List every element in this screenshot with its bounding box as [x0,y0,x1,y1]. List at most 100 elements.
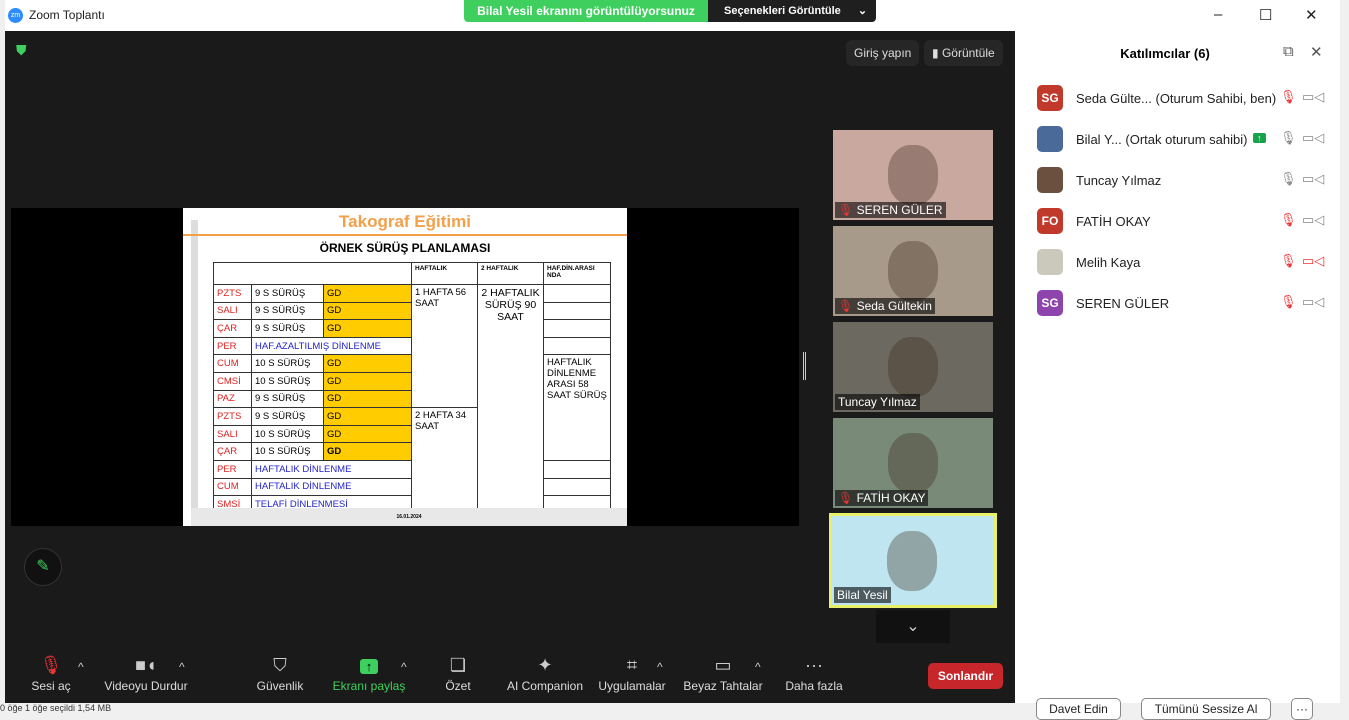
participant-row[interactable]: Tuncay Yılmaz 🎙︎ ▭◁ [1037,167,1327,193]
resize-handle[interactable] [803,352,806,380]
video-label: Videoyu Durdur [104,679,188,693]
thumbnail-name: 🎙︎ FATİH OKAY [835,490,929,506]
video-thumbnail[interactable]: 🎙︎ SEREN GÜLER [833,130,993,220]
end-meeting-button[interactable]: Sonlandır [928,663,1003,689]
day-cell: PZTS [213,407,252,426]
participant-name: Melih Kaya [1076,255,1141,270]
week1-cell: 1 HAFTA 56 SAAT [411,283,478,409]
mic-muted-icon[interactable]: 🎙︎ [1280,294,1297,310]
popout-icon[interactable]: ⧉ [1283,43,1294,60]
participant-row[interactable]: FO FATİH OKAY 🎙︎ ▭◁ [1037,208,1327,234]
mic-muted-icon: 🎙︎ [838,203,857,217]
slide: Takograf Eğitimi ÖRNEK SÜRÜŞ PLANLAMASI … [183,208,627,526]
participant-face [887,531,937,591]
video-thumbnail[interactable]: 🎙︎ Seda Gültekin [833,226,993,316]
ai-label: AI Companion [506,679,584,693]
mic-icon[interactable]: 🎙︎ [1280,171,1297,187]
day-cell: PAZ [213,389,252,409]
participant-row[interactable]: SG Seda Gülte... (Oturum Sahibi, ben) 🎙︎ ▭◁ [1037,85,1327,111]
participant-face [888,145,938,205]
minimize-button[interactable]: – [1214,6,1222,23]
avatar: FO [1037,208,1063,234]
participant-row[interactable]: Bilal Y... (Ortak oturum sahibi) ↑ 🎙︎ ▭◁ [1037,126,1327,152]
participant-row[interactable]: SG SEREN GÜLER 🎙︎ ▭◁ [1037,290,1327,316]
view-label: Görüntüle [941,46,995,60]
slide-title: Takograf Eğitimi [339,212,471,231]
panel-more-button[interactable]: ··· [1291,698,1313,720]
rest-cell: HAFTALIK DİNLENME [251,459,412,479]
security-button[interactable]: ⛉ Güvenlik [252,655,308,693]
close-button[interactable]: ✕ [1305,6,1318,24]
unmute-button[interactable]: 🎙︎ Sesi aç [28,655,74,693]
share-screen-button[interactable]: ↑ Ekranı paylaş [332,655,406,693]
week2-cell: 2 HAFTA 34 SAAT [411,407,478,514]
avatar: SG [1037,85,1063,111]
more-button[interactable]: ··· Daha fazla [785,655,843,693]
whiteboard-icon: ▭ [714,655,732,675]
chevron-up-icon[interactable]: ^ [755,660,761,674]
day-cell: PER [213,336,252,356]
camera-icon[interactable]: ▭◁ [1302,294,1324,310]
slide-footer: 16.01.2024 [191,508,627,526]
chevron-up-icon[interactable]: ^ [78,660,84,674]
mic-icon[interactable]: 🎙︎ [1280,130,1297,146]
video-thumbnail[interactable]: 🎙︎ FATİH OKAY [833,418,993,508]
view-options-button[interactable]: Seçenekleri Görüntüle ⌄ [708,0,876,22]
annotate-pencil-icon[interactable]: ✎ [24,548,62,586]
view-button[interactable]: ▮ Görüntüle [924,40,1003,66]
more-dots-icon: ··· [805,655,823,675]
video-thumbnail[interactable]: Bilal Yesil [829,513,997,608]
participant-row[interactable]: Melih Kaya 🎙︎ ▭◁ [1037,249,1327,275]
chevron-down-icon[interactable]: ⌄ [876,610,950,643]
thumbnail-name: Bilal Yesil [834,587,891,603]
ai-companion-button[interactable]: ✦ AI Companion [504,655,586,693]
gd-cell: GD [323,424,412,444]
plan-table: HAFTALIK 2 HAFTALIK HAF.DİN.ARASI NDA PZTS 9… [213,262,611,514]
participants-panel: Katılımcılar (6) ⧉ ✕ SG Seda Gülte... (Ot… [1015,31,1340,720]
mic-muted-icon[interactable]: 🎙︎ [1280,89,1297,105]
thumbnail-name: Tuncay Yılmaz [835,394,920,410]
day-cell: PZTS [213,284,252,303]
signin-button[interactable]: Giriş yapın [846,40,920,66]
close-panel-icon[interactable]: ✕ [1310,43,1323,61]
mic-muted-icon: 🎙︎ [838,299,857,313]
camera-icon[interactable]: ▭◁ [1302,89,1324,105]
maximize-button[interactable]: ☐ [1259,6,1272,24]
whiteboard-button[interactable]: ▭ Beyaz Tahtalar [683,655,763,693]
sharing-text: Bilal Yesil ekranını görüntülüyorsunuz [464,0,708,22]
avatar [1037,249,1063,275]
more-label: Daha fazla [785,679,843,693]
mic-muted-icon: 🎙︎ [39,655,63,675]
summary-button[interactable]: ❏ Özet [440,655,476,693]
avatar [1037,167,1063,193]
table-header: HAFTALIK [411,262,478,285]
participant-name: Seda Gülte... (Oturum Sahibi, ben) [1076,91,1277,106]
chevron-down-icon: ⌄ [857,5,868,17]
day-cell: CUM [213,477,252,497]
chevron-up-icon[interactable]: ^ [401,660,407,674]
thumbnail-name: 🎙︎ SEREN GÜLER [835,202,946,218]
panel-title: Katılımcılar (6) [1120,46,1210,61]
camera-icon[interactable]: ▭◁ [1302,171,1324,187]
shield-check-icon[interactable]: ⛊ [16,42,27,59]
whiteboard-label: Beyaz Tahtalar [683,679,763,693]
share-arrow-icon: ↑ [332,655,406,679]
mute-all-button[interactable]: Tümünü Sessize Al [1141,698,1271,720]
apps-button[interactable]: ⌗ Uygulamalar [598,655,666,693]
view-options-label: Seçenekleri Görüntüle [724,5,841,17]
chevron-up-icon[interactable]: ^ [179,660,185,674]
mic-muted-icon[interactable]: 🎙︎ [1280,212,1297,228]
mic-muted-icon[interactable]: 🎙︎ [1280,253,1297,269]
camera-icon[interactable]: ▭◁ [1302,130,1324,146]
status-bar: 0 öğe 1 öğe seçildi 1,54 MB [0,703,112,713]
summary-doc-icon: ❏ [449,655,467,675]
camera-off-icon[interactable]: ▭◁ [1302,253,1324,269]
participant-name: FATİH OKAY [1076,214,1151,229]
rest-cell: HAF.AZALTILMIŞ DİNLENME [251,336,412,356]
camera-icon[interactable]: ▭◁ [1302,212,1324,228]
invite-button[interactable]: Davet Edin [1036,698,1121,720]
chevron-up-icon[interactable]: ^ [657,660,663,674]
video-thumbnail[interactable]: Tuncay Yılmaz [833,322,993,412]
day-cell: PER [213,459,252,479]
participant-name: Tuncay Yılmaz [1076,173,1162,188]
